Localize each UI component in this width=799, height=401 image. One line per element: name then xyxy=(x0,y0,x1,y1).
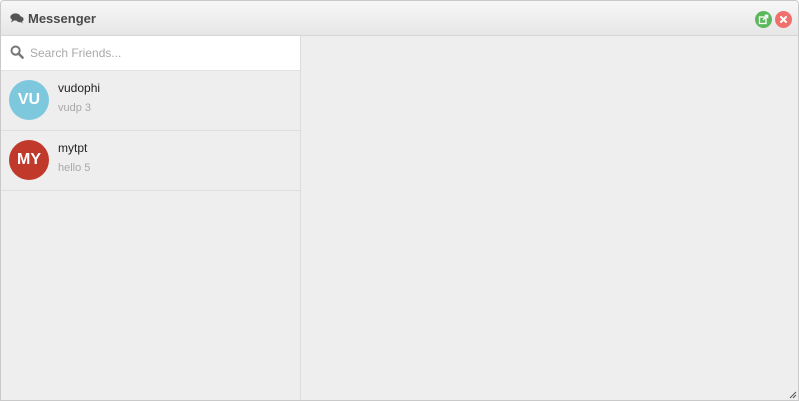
chat-pane xyxy=(301,36,798,400)
contact-last-message: hello 5 xyxy=(58,162,91,174)
comments-icon xyxy=(10,13,24,24)
search-bar xyxy=(1,36,300,71)
messenger-window: Messenger VU vudophi vudp 3 xyxy=(0,0,799,401)
avatar: MY xyxy=(9,140,49,180)
external-link-icon xyxy=(758,14,769,25)
search-input[interactable] xyxy=(30,42,290,64)
contact-item[interactable]: VU vudophi vudp 3 xyxy=(1,71,300,131)
contact-name: vudophi xyxy=(58,81,101,95)
window-title: Messenger xyxy=(28,11,96,26)
avatar: VU xyxy=(9,80,49,120)
contact-item[interactable]: MY mytpt hello 5 xyxy=(1,131,300,191)
close-button[interactable] xyxy=(775,11,792,28)
popout-button[interactable] xyxy=(755,11,772,28)
close-icon xyxy=(780,16,787,23)
resize-grip-icon[interactable] xyxy=(789,391,797,399)
title-bar[interactable]: Messenger xyxy=(1,1,798,36)
search-icon xyxy=(10,45,24,59)
friends-sidebar: VU vudophi vudp 3 MY mytpt hello 5 xyxy=(1,36,301,400)
contact-last-message: vudp 3 xyxy=(58,102,92,114)
contact-name: mytpt xyxy=(58,141,88,155)
